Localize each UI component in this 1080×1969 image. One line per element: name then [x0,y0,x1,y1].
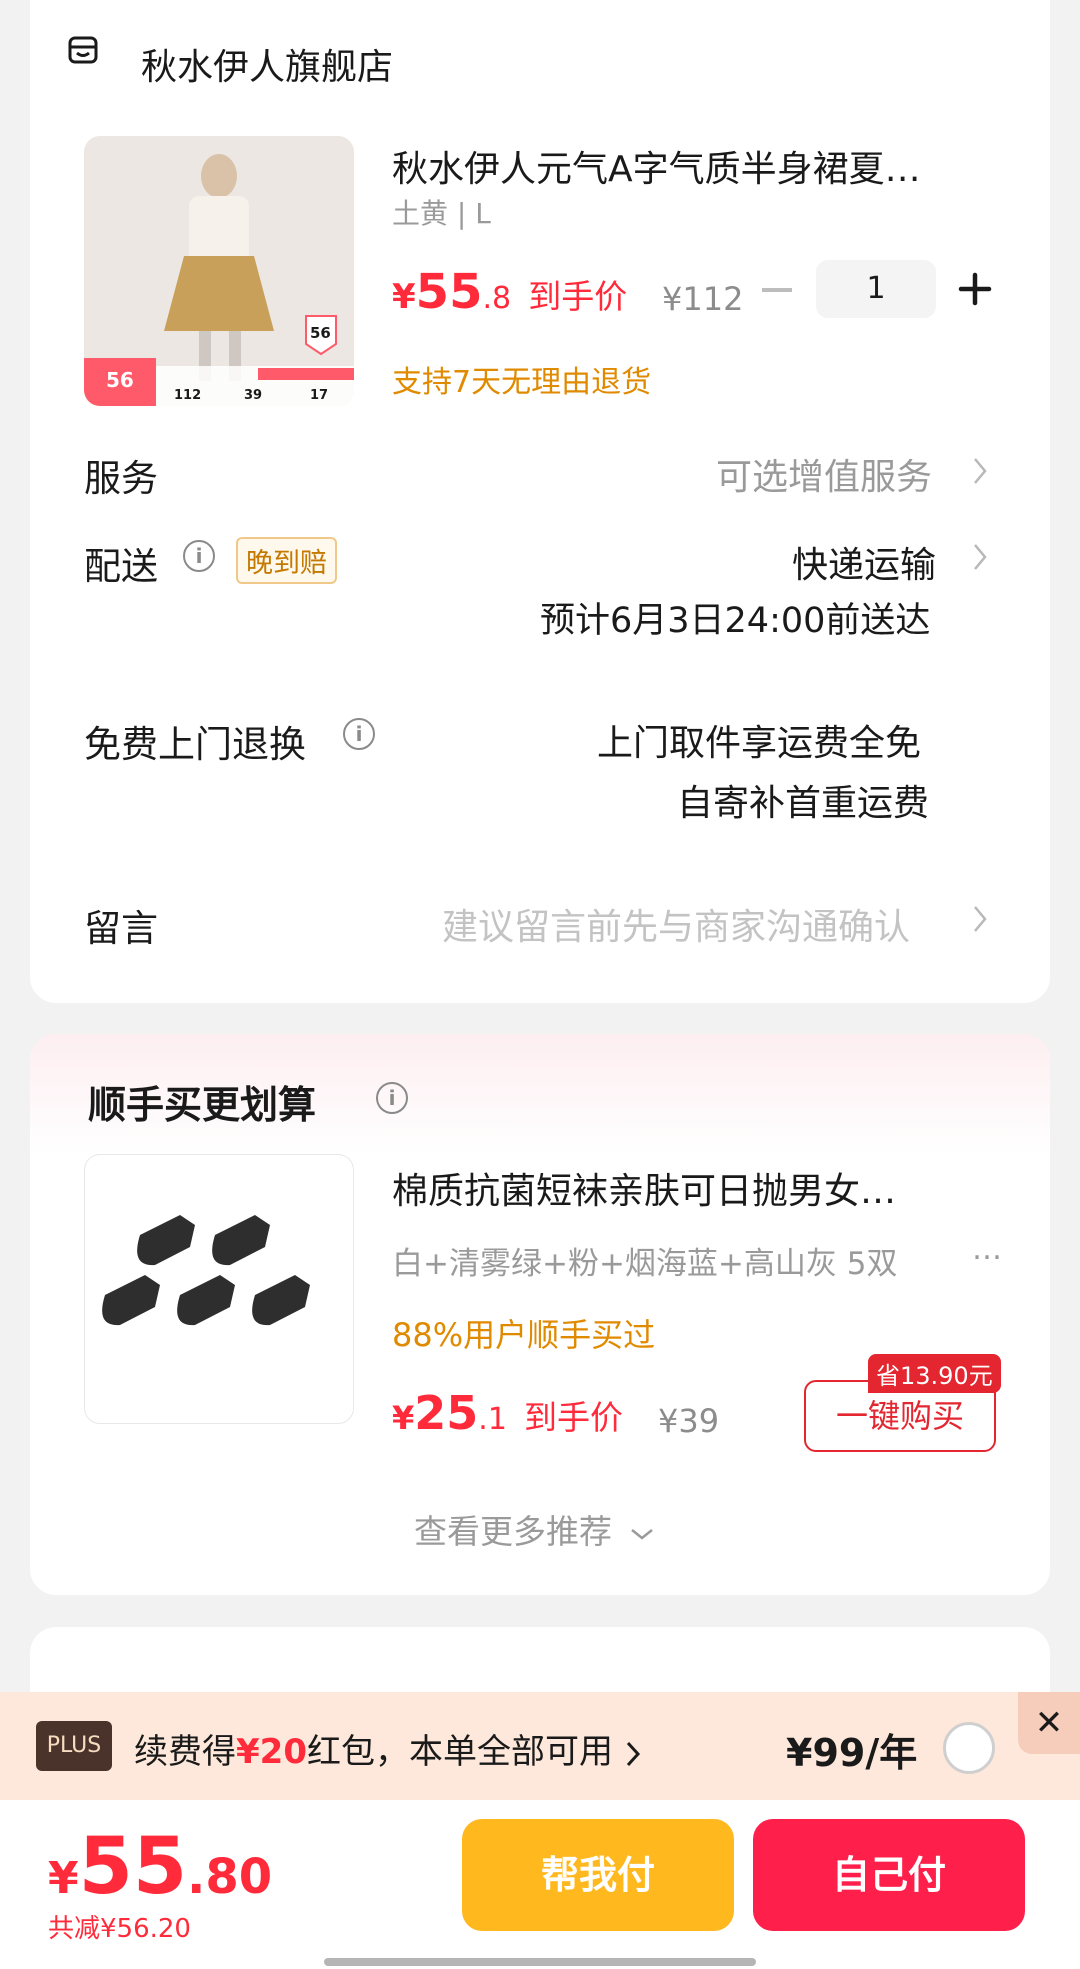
price-decimal: .8 [482,281,512,316]
addon-price: ¥25.1 到手价 [392,1386,623,1440]
addon-original-price: ¥39 [658,1402,720,1440]
return-policy: 支持7天无理由退货 [392,365,652,400]
addon-social-proof: 88%用户顺手买过 [392,1316,656,1354]
price-integer: 55 [415,264,483,320]
plus-select-radio[interactable] [943,1722,995,1774]
savings-badge: 省13.90元 [868,1354,1001,1393]
home-indicator[interactable] [324,1958,756,1966]
more-options-icon[interactable]: … [972,1232,1002,1267]
original-price: ¥112 [662,280,744,318]
service-value[interactable]: 可选增值服务 [716,448,932,500]
help-me-pay-button[interactable]: 帮我付 [462,1819,734,1931]
increase-button[interactable] [958,272,992,306]
delivery-label: 配送 [84,545,158,588]
plus-text-post: 红包，本单全部可用 [306,1732,613,1772]
return-pickup-info: 上门取件享运费全免 [597,723,922,764]
chevron-right-icon[interactable] [972,542,988,572]
message-label: 留言 [84,907,158,950]
price-integer: 25 [414,1386,479,1440]
store-name[interactable]: 秋水伊人旗舰店 [141,38,393,90]
price-label: 到手价 [524,1398,623,1437]
info-icon[interactable]: i [343,718,375,750]
addon-thumbnail[interactable] [84,1154,354,1424]
close-icon[interactable]: ✕ [1018,1692,1080,1754]
addon-spec[interactable]: 白+清雾绿+粉+烟海蓝+高山灰 5双 [392,1238,897,1283]
price-decimal: .80 [187,1849,273,1905]
thumb-stat: 17 [310,388,329,403]
total-price: ¥55.80 [48,1822,272,1912]
price-label: 到手价 [528,277,628,316]
price-symbol: ¥ [48,1853,79,1904]
plus-promo-text[interactable]: 续费得¥20红包，本单全部可用 [134,1724,642,1773]
plus-logo: PLUS [36,1721,112,1771]
plus-text-amount: ¥20 [236,1732,307,1772]
product-title[interactable]: 秋水伊人元气A字气质半身裙夏… [392,140,972,192]
see-more-recommendations[interactable]: 查看更多推荐 [414,1505,655,1553]
delivery-method[interactable]: 快递运输 [792,536,936,588]
addon-title[interactable]: 棉质抗菌短袜亲肤可日抛男女… [392,1162,982,1214]
plus-text-pre: 续费得 [134,1732,236,1772]
info-icon[interactable]: i [376,1082,408,1114]
info-icon[interactable]: i [183,540,215,572]
total-discount: 共减¥56.20 [48,1914,191,1944]
product-thumbnail[interactable]: 56 56 112 39 17 [84,136,354,406]
price-integer: 55 [78,1822,188,1912]
service-label: 服务 [84,457,158,500]
thumb-badge-tag: 56 [310,324,331,342]
addon-section-title: 顺手买更划算 [88,1083,317,1127]
delivery-eta: 预计6月3日24:00前送达 [540,601,931,641]
thumb-badge-price: 56 [106,368,134,392]
pay-myself-button[interactable]: 自己付 [753,1819,1025,1931]
thumb-stat: 112 [174,388,202,403]
free-return-label: 免费上门退换 [84,723,306,766]
product-price: ¥55.8 到手价 [392,264,627,320]
message-input[interactable]: 建议留言前先与商家沟通确认 [442,898,910,950]
return-self-ship-info: 自寄补首重运费 [677,783,930,824]
late-compensation-badge: 晚到赔 [236,537,337,584]
see-more-label: 查看更多推荐 [414,1512,612,1551]
plus-price: ¥99/年 [786,1731,918,1775]
price-symbol: ¥ [392,1399,415,1437]
product-spec[interactable]: 土黄 | L [392,192,491,232]
price-decimal: .1 [478,1402,507,1437]
price-symbol: ¥ [392,277,416,317]
chevron-down-icon [630,1528,653,1540]
chevron-right-icon[interactable] [972,904,988,934]
thumb-stat: 39 [244,388,263,403]
quantity-input[interactable]: 1 [816,260,936,318]
chevron-right-icon [626,1741,640,1766]
store-icon [68,36,98,64]
chevron-right-icon[interactable] [972,456,988,486]
decrease-button[interactable] [762,288,792,292]
